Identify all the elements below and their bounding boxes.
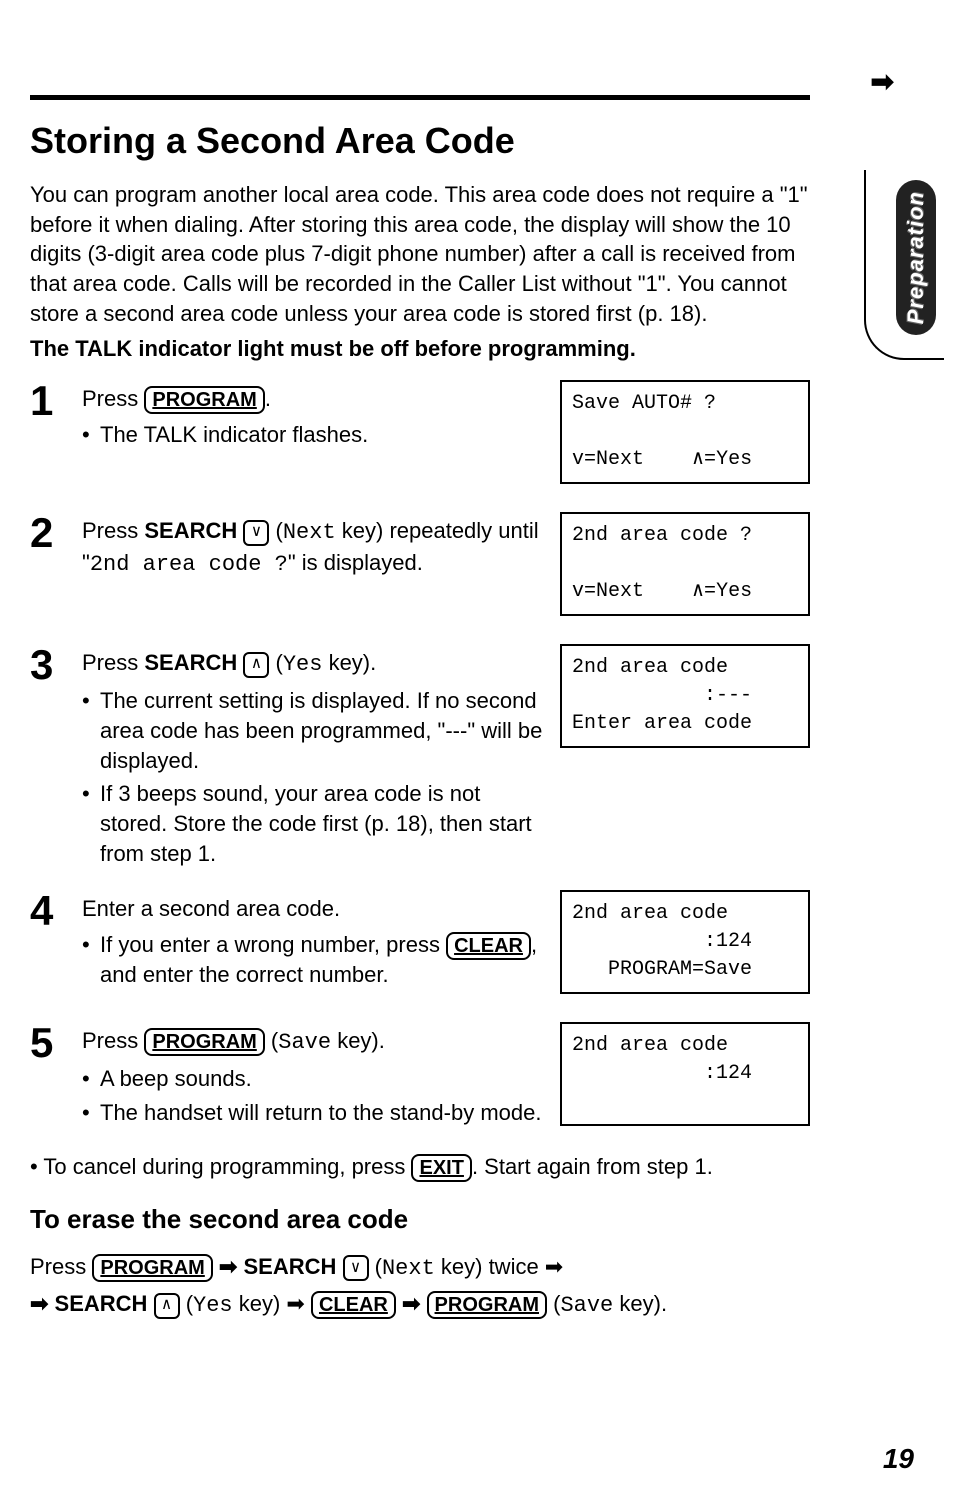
step-body: Press SEARCH ∧ (Yes key). The current se… <box>82 644 548 872</box>
lcd-display: 2nd area code :124 <box>560 1022 810 1126</box>
search-label: SEARCH <box>55 1291 148 1316</box>
exit-key: EXIT <box>411 1154 471 1182</box>
erase-text: (Next key) twice ➡ <box>369 1254 564 1279</box>
step-bullet: The TALK indicator flashes. <box>82 420 548 450</box>
step-5: 5 Press PROGRAM (Save key). A beep sound… <box>30 1022 810 1136</box>
step-body: Enter a second area code. If you enter a… <box>82 890 548 993</box>
step-body: Press PROGRAM. The TALK indicator flashe… <box>82 380 548 454</box>
clear-key: CLEAR <box>446 932 531 960</box>
step-text: Press <box>82 386 144 411</box>
lcd-display: 2nd area code ? v=Next ∧=Yes <box>560 512 810 616</box>
step-body: Press SEARCH ∨ (Next key) repeatedly unt… <box>82 512 548 579</box>
step-text: Press <box>82 1028 144 1053</box>
search-label: SEARCH <box>243 1254 336 1279</box>
cancel-text: • To cancel during programming, press <box>30 1154 411 1179</box>
page-content: Storing a Second Area Code You can progr… <box>30 120 810 1324</box>
lcd-display: Save AUTO# ? v=Next ∧=Yes <box>560 380 810 484</box>
steps-list: 1 Press PROGRAM. The TALK indicator flas… <box>30 380 810 1136</box>
page-title: Storing a Second Area Code <box>30 120 810 162</box>
up-arrow-icon: ∧ <box>154 1293 180 1319</box>
talk-indicator-note: The TALK indicator light must be off bef… <box>30 336 810 362</box>
step-1: 1 Press PROGRAM. The TALK indicator flas… <box>30 380 810 494</box>
step-text: Press <box>82 650 144 675</box>
cancel-text: . Start again from step 1. <box>472 1154 713 1179</box>
step-number: 2 <box>30 512 70 554</box>
step-number: 1 <box>30 380 70 422</box>
side-tab: Preparation <box>896 180 936 335</box>
program-key: PROGRAM <box>427 1291 547 1319</box>
step-number: 5 <box>30 1022 70 1064</box>
erase-text: (Save key). <box>547 1291 667 1316</box>
step-2: 2 Press SEARCH ∨ (Next key) repeatedly u… <box>30 512 810 626</box>
intro-paragraph: You can program another local area code.… <box>30 180 810 328</box>
step-bullet: If you enter a wrong number, press CLEAR… <box>82 930 548 990</box>
lcd-display: 2nd area code :124 PROGRAM=Save <box>560 890 810 994</box>
clear-key: CLEAR <box>311 1291 396 1319</box>
step-text: (Save key). <box>265 1028 385 1053</box>
erase-text: Press <box>30 1254 92 1279</box>
arrow-icon: ➡ <box>213 1254 244 1279</box>
program-key: PROGRAM <box>92 1254 212 1282</box>
search-label: SEARCH <box>144 650 237 675</box>
step-text: (Yes key). <box>269 650 376 675</box>
step-bullet: The current setting is displayed. If no … <box>82 686 548 775</box>
step-text: . <box>265 386 271 411</box>
erase-text: (Yes key) ➡ <box>180 1291 311 1316</box>
lcd-display: 2nd area code :--- Enter area code <box>560 644 810 748</box>
erase-sequence: Press PROGRAM ➡ SEARCH ∨ (Next key) twic… <box>30 1249 810 1323</box>
bullet-text: If you enter a wrong number, press <box>100 932 446 957</box>
down-arrow-icon: ∨ <box>343 1255 369 1281</box>
step-bullet: If 3 beeps sound, your area code is not … <box>82 779 548 868</box>
cancel-note: • To cancel during programming, press EX… <box>30 1154 810 1182</box>
step-3: 3 Press SEARCH ∧ (Yes key). The current … <box>30 644 810 872</box>
top-rule <box>30 95 810 100</box>
down-arrow-icon: ∨ <box>243 520 269 546</box>
step-text: Enter a second area code. <box>82 896 340 921</box>
step-4: 4 Enter a second area code. If you enter… <box>30 890 810 1004</box>
page-number: 19 <box>883 1443 914 1475</box>
erase-heading: To erase the second area code <box>30 1204 810 1235</box>
step-text: Press <box>82 518 144 543</box>
search-label: SEARCH <box>144 518 237 543</box>
step-number: 3 <box>30 644 70 686</box>
step-bullet: The handset will return to the stand-by … <box>82 1098 548 1128</box>
top-arrow-icon: ➡ <box>871 65 894 98</box>
arrow-icon: ➡ <box>30 1291 55 1316</box>
side-tab-label: Preparation <box>903 191 929 324</box>
step-body: Press PROGRAM (Save key). A beep sounds.… <box>82 1022 548 1131</box>
arrow-icon: ➡ <box>396 1291 427 1316</box>
up-arrow-icon: ∧ <box>243 652 269 678</box>
step-number: 4 <box>30 890 70 932</box>
step-text: " is displayed. <box>288 550 423 575</box>
program-key: PROGRAM <box>144 1028 264 1056</box>
display-text-inline: 2nd area code ? <box>90 552 288 577</box>
step-bullet: A beep sounds. <box>82 1064 548 1094</box>
program-key: PROGRAM <box>144 386 264 414</box>
